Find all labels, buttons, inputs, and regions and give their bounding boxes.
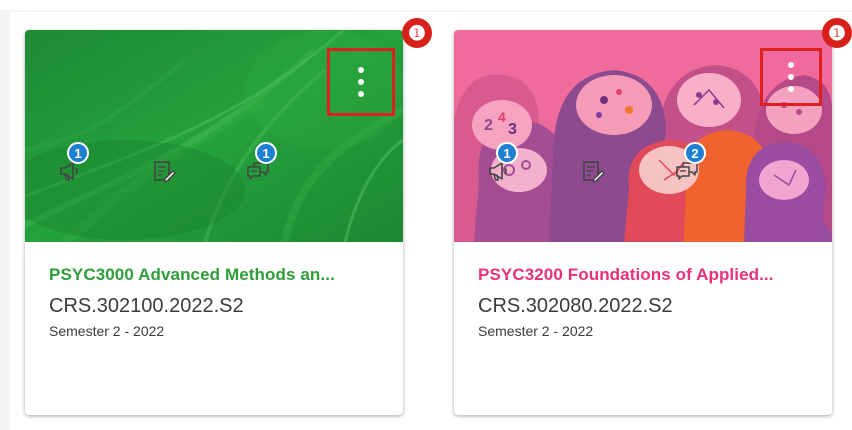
announcements-badge: 1	[496, 142, 518, 164]
course-info: PSYC3200 Foundations of Applied... CRS.3…	[454, 242, 832, 415]
callout-marker: ❶	[822, 18, 852, 48]
assignments-button[interactable]	[572, 142, 612, 183]
discussions-button[interactable]: 2	[666, 142, 706, 182]
announcements-button[interactable]: 1	[49, 142, 89, 182]
course-code: CRS.302080.2022.S2	[478, 295, 673, 317]
assignment-edit-icon	[154, 161, 176, 183]
course-card-psyc3200[interactable]: 2 4 3 PSYC3200 Foundations of Applied...…	[454, 30, 832, 415]
course-card-psyc3000[interactable]: PSYC3000 Advanced Methods an... CRS.3021…	[25, 30, 403, 415]
discussions-badge: 2	[684, 142, 706, 164]
assignment-edit-icon	[583, 161, 605, 183]
course-term: Semester 2 - 2022	[49, 323, 165, 339]
course-options-button[interactable]	[760, 48, 822, 106]
svg-text:3: 3	[508, 121, 517, 138]
discussions-button[interactable]: 1	[237, 142, 277, 182]
course-actions: 1 2	[478, 142, 778, 192]
callout-marker: ❶	[402, 18, 432, 48]
course-code: CRS.302100.2022.S2	[49, 295, 244, 317]
kebab-menu-icon	[358, 67, 364, 97]
course-term: Semester 2 - 2022	[478, 323, 594, 339]
course-title[interactable]: PSYC3200 Foundations of Applied...	[478, 264, 808, 286]
course-info: PSYC3000 Advanced Methods an... CRS.3021…	[25, 242, 403, 415]
course-options-button[interactable]	[327, 48, 395, 116]
assignments-button[interactable]	[143, 142, 183, 183]
kebab-menu-icon	[788, 62, 794, 92]
announcements-badge: 1	[67, 142, 89, 164]
announcements-button[interactable]: 1	[478, 142, 518, 182]
course-actions: 1 1	[49, 142, 349, 192]
top-strip	[0, 0, 852, 10]
course-title[interactable]: PSYC3000 Advanced Methods an...	[49, 264, 379, 286]
svg-text:2: 2	[484, 117, 493, 134]
discussions-badge: 1	[255, 142, 277, 164]
svg-text:4: 4	[498, 109, 506, 125]
